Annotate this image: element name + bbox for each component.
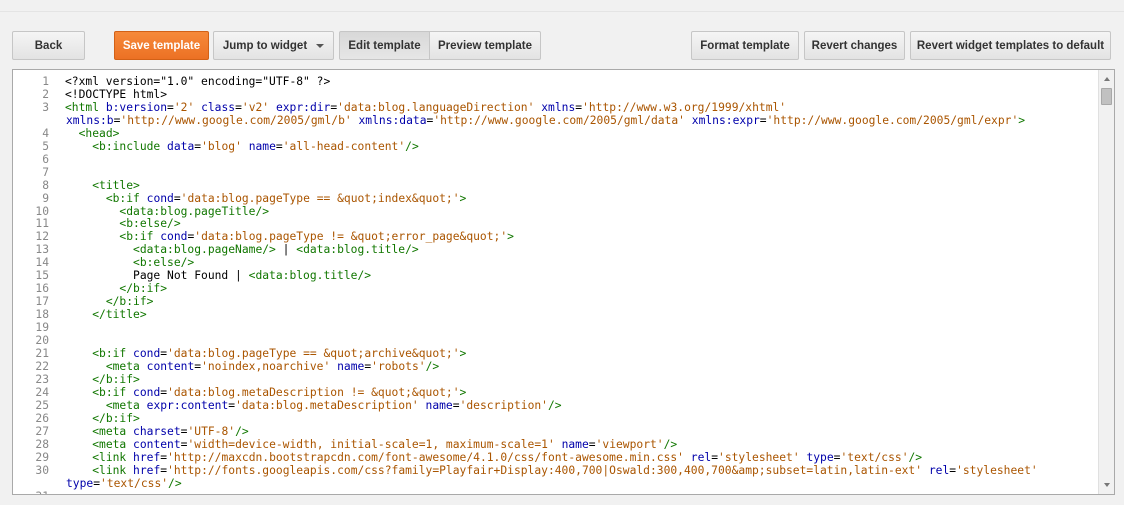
line-text [49,322,1097,335]
line-text: <head> [78,127,120,140]
code-line[interactable]: 9 <b:if cond='data:blog.pageType == &quo… [13,191,1097,206]
save-template-button[interactable]: Save template [114,31,209,60]
code-content[interactable]: 1 <?xml version="1.0" encoding="UTF-8" ?>… [13,75,1097,495]
line-number: 29 [35,450,49,464]
line-text: <?xml version="1.0" encoding="UTF-8" ?> [65,76,331,88]
edit-template-tab[interactable]: Edit template [339,31,430,60]
code-line[interactable]: 10 <data:blog.pageTitle/> [13,205,1097,219]
code-line[interactable]: 2 <!DOCTYPE html> [13,87,1097,102]
code-line[interactable]: 24 <b:if cond='data:blog.metaDescription… [13,385,1097,400]
revert-changes-button[interactable]: Revert changes [804,31,905,60]
code-line[interactable]: 25 <meta expr:content='data:blog.metaDes… [13,398,1097,413]
code-line[interactable]: 18 </title> [13,308,1097,322]
line-text: <!DOCTYPE html> [65,88,168,101]
line-continuation: type='text/css'/> [66,476,182,490]
scroll-down-icon[interactable] [1099,478,1114,492]
line-text: <meta charset='UTF-8'/> [92,425,249,438]
vertical-scrollbar[interactable] [1098,70,1114,494]
top-bar [0,0,1124,12]
line-text: <link href='http://fonts.googleapis.com/… [92,464,1038,477]
line-number: 3 [42,100,49,114]
code-line[interactable]: 31 [13,490,1097,495]
line-text [49,335,1097,348]
line-text: <b:else/> [133,257,195,270]
line-number: 25 [35,398,49,412]
code-line[interactable]: 5 <b:include data='blog' name='all-head-… [13,139,1097,154]
line-number: 1 [42,75,49,88]
line-number: 23 [35,372,49,386]
line-text: <b:include data='blog' name='all-head-co… [92,140,419,153]
code-line[interactable]: 16 </b:if> [13,282,1097,296]
line-text: <b:if cond='data:blog.pageType == &quot;… [105,192,467,205]
line-number: 6 [42,152,49,166]
jump-to-widget-label: Jump to widget [222,39,308,52]
line-text: <b:if cond='data:blog.pageType == &quot;… [92,348,467,361]
format-template-button[interactable]: Format template [691,31,799,60]
back-button[interactable]: Back [12,31,85,60]
line-number: 31 [13,490,49,494]
line-number: 30 [35,463,49,477]
line-text [49,491,1097,495]
preview-template-tab[interactable]: Preview template [430,31,541,60]
line-text: </b:if> [92,412,140,425]
line-text: <b:if cond='data:blog.pageType != &quot;… [119,231,514,244]
line-text: <meta content='width=device-width, initi… [92,438,678,451]
line-number: 9 [42,191,49,205]
line-number: 4 [42,126,49,140]
line-text: </b:if> [119,283,168,296]
line-text: </title> [92,309,147,322]
line-number: 27 [35,424,49,438]
code-line[interactable]: 6 [13,152,1097,167]
line-text: <link href='http://maxcdn.bootstrapcdn.c… [92,451,923,464]
line-text: <title> [92,179,140,192]
jump-to-widget-dropdown[interactable]: Jump to widget [213,31,334,60]
line-number: 7 [42,165,49,179]
code-line[interactable]: 17 </b:if> [13,295,1097,309]
line-number: 2 [42,87,49,101]
revert-widget-templates-button[interactable]: Revert widget templates to default [910,31,1111,60]
scroll-up-icon[interactable] [1099,72,1114,86]
line-continuation: xmlns:b='http://www.google.com/2005/gml/… [66,113,1026,127]
line-text: <meta content='noindex,noarchive' name='… [105,360,440,373]
code-line[interactable]: 27 <meta charset='UTF-8'/> [13,424,1097,439]
line-number: 28 [35,437,49,451]
code-line[interactable]: 20 [13,334,1097,348]
chevron-down-icon [316,43,325,48]
line-text: <meta expr:content='data:blog.metaDescri… [105,399,562,412]
line-number: 5 [42,139,49,153]
line-text: <b:if cond='data:blog.metaDescription !=… [92,386,467,399]
scrollbar-thumb[interactable] [1101,88,1112,105]
line-text: <data:blog.pageTitle/> [119,205,270,218]
code-editor[interactable]: 1 <?xml version="1.0" encoding="UTF-8" ?>… [12,69,1115,495]
code-line[interactable]: 26 </b:if> [13,411,1097,426]
code-line[interactable]: 7 [13,165,1097,180]
code-line[interactable]: 1 <?xml version="1.0" encoding="UTF-8" ?> [13,75,1097,89]
line-text: <data:blog.pageName/> | <data:blog.title… [133,244,419,257]
line-text: Page Not Found | <data:blog.title/> [65,270,372,283]
code-line[interactable]: 29 <link href='http://maxcdn.bootstrapcd… [13,450,1097,465]
line-number: 26 [35,411,49,425]
line-number: 24 [35,385,49,399]
line-number: 8 [42,178,49,192]
code-line[interactable]: 8 <title> [13,178,1097,193]
code-line[interactable]: 15 Page Not Found | <data:blog.title/> [13,269,1097,283]
code-line[interactable]: 4 <head> [13,126,1097,141]
code-line[interactable]: 13 <data:blog.pageName/> | <data:blog.ti… [13,243,1097,257]
line-text: </b:if> [105,296,154,309]
code-line[interactable]: 28 <meta content='width=device-width, in… [13,437,1097,452]
line-text [49,167,1097,180]
code-line[interactable]: 21 <b:if cond='data:blog.pageType == &qu… [13,347,1097,361]
line-text: <b:else/> [119,218,181,231]
code-line[interactable]: 19 [13,321,1097,335]
line-number: 22 [35,359,49,373]
code-line[interactable]: 14 <b:else/> [13,256,1097,270]
code-line[interactable]: 12 <b:if cond='data:blog.pageType != &qu… [13,230,1097,244]
line-text [49,154,1097,167]
line-text: </b:if> [92,373,140,386]
code-line[interactable]: 23 </b:if> [13,372,1097,387]
code-line[interactable]: 11 <b:else/> [13,218,1097,231]
code-line[interactable]: 22 <meta content='noindex,noarchive' nam… [13,359,1097,374]
